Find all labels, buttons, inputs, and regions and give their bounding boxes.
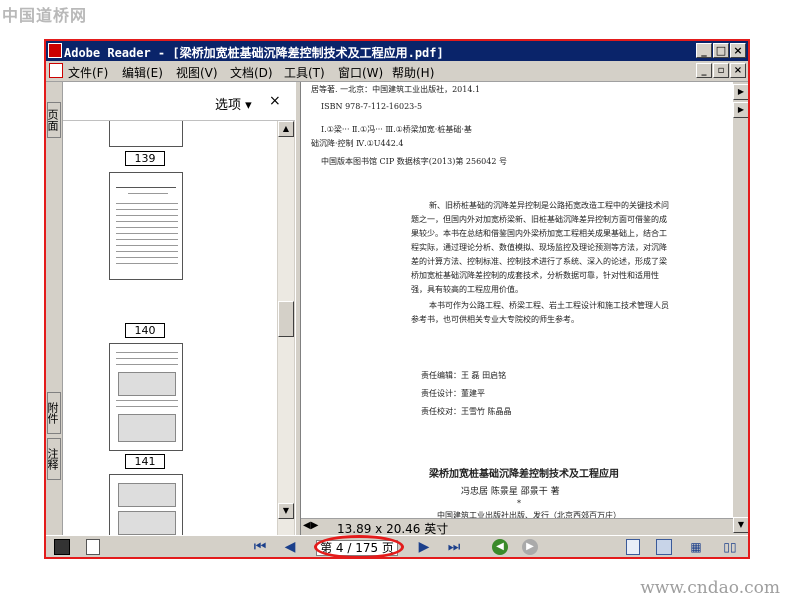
thumbnail-label-141: 141: [125, 454, 165, 469]
book-authors: 冯忠居 陈景星 邵景干 著: [461, 487, 560, 497]
scroll-down-icon[interactable]: ▼: [733, 517, 748, 533]
page-thumbnail-142[interactable]: [109, 474, 183, 535]
expand-right-icon-2[interactable]: ▶: [733, 102, 748, 118]
page-icon[interactable]: [86, 539, 100, 555]
title-bar: Adobe Reader - [梁桥加宽桩基础沉降差控制技术及工程应用.pdf]…: [46, 41, 748, 61]
cip-line-1: 居等著. 一北京：中国建筑工业出版社，2014.1: [311, 85, 481, 94]
doc-restore-button[interactable]: ▫: [713, 63, 729, 78]
window-title: Adobe Reader - [梁桥加宽桩基础沉降差控制技术及工程应用.pdf]: [64, 46, 444, 60]
watermark-top: 中国道桥网: [2, 6, 88, 25]
menu-document[interactable]: 文档(D): [230, 64, 273, 81]
menu-window[interactable]: 窗口(W): [338, 64, 383, 81]
continuous-layout-icon[interactable]: [656, 539, 672, 555]
maximize-button[interactable]: □: [713, 43, 729, 58]
navigation-tabs: 页面 附件 注释: [46, 82, 63, 535]
thumbnail-label-139: 139: [125, 151, 165, 166]
adobe-reader-icon[interactable]: [48, 43, 62, 58]
tab-comments[interactable]: 注释: [46, 438, 61, 480]
close-window-button[interactable]: ×: [730, 43, 746, 58]
publish-line: 中国建筑工业出版社出版、发行（北京西郊百万庄）: [437, 511, 621, 518]
back-view-icon[interactable]: ◀: [492, 539, 508, 555]
abstract-line: 新、旧桥桩基础的沉降差异控制是公路拓宽改造工程中的关键技术问: [429, 201, 669, 210]
document-info-bar: ◀▶ 13.89 x 20.46 英寸: [301, 518, 733, 536]
expand-right-icon[interactable]: ▶: [733, 84, 748, 100]
scroll-thumb[interactable]: [278, 301, 294, 337]
scroll-down-icon[interactable]: ▼: [278, 503, 294, 519]
menu-tools[interactable]: 工具(T): [284, 64, 325, 81]
tab-pages[interactable]: 页面: [46, 102, 61, 138]
reader-window: Adobe Reader - [梁桥加宽桩基础沉降差控制技术及工程应用.pdf]…: [44, 39, 750, 559]
facing-layout-icon[interactable]: ▦: [688, 539, 704, 555]
watermark-bottom: www.cndao.com: [640, 578, 780, 598]
first-page-icon[interactable]: ⏮: [252, 539, 268, 555]
forward-view-icon[interactable]: ▶: [522, 539, 538, 555]
cip-line-3: Ⅰ.①梁··· Ⅱ.①冯··· Ⅲ.①桥梁加宽·桩基础·基: [321, 125, 472, 134]
screen-icon[interactable]: [54, 539, 70, 555]
book-title: 梁桥加宽桩基础沉降差控制技术及工程应用: [429, 469, 619, 480]
page-thumbnail-139[interactable]: [109, 121, 183, 147]
doc-close-button[interactable]: ×: [730, 63, 746, 78]
previous-page-icon[interactable]: ◀: [282, 539, 298, 555]
editor-line: 责任校对：王雪竹 陈晶晶: [421, 407, 512, 416]
abstract-line: 差的计算方法、控制标准、控制技术进行了系统、深入的论述，形成了梁: [411, 257, 667, 266]
page-number-input[interactable]: 第 4 / 175 页: [316, 540, 398, 556]
menu-edit[interactable]: 编辑(E): [122, 64, 163, 81]
single-page-layout-icon[interactable]: [626, 539, 640, 555]
menu-help[interactable]: 帮助(H): [392, 64, 434, 81]
right-panel-strip: ▶ ▶ ▼: [733, 82, 748, 535]
cip-isbn: ISBN 978-7-112-16023-5: [321, 102, 423, 111]
thumbnail-list: 139 140 141: [63, 121, 277, 535]
status-bar: ⏮ ◀ 第 4 / 175 页 ▶ ⏭ ◀ ▶ ▦ ▯▯: [46, 535, 748, 557]
thumbnail-panel-header: 选项 ▾ ×: [63, 82, 295, 121]
abstract-line: 强，具有较高的工程应用价值。: [411, 285, 523, 294]
options-menu[interactable]: 选项 ▾: [215, 94, 252, 113]
abstract-line: 本书可作为公路工程、桥梁工程、岩土工程设计和施工技术管理人员: [429, 301, 669, 310]
cip-line-5: 中国版本图书馆 CIP 数据核字(2013)第 256042 号: [321, 157, 507, 166]
panel-close-button[interactable]: ×: [269, 93, 281, 109]
minimize-button[interactable]: _: [696, 43, 712, 58]
split-arrow-icon[interactable]: ◀▶: [303, 520, 318, 531]
menu-file[interactable]: 文件(F): [68, 64, 108, 81]
editor-line: 责任设计：董建平: [421, 389, 485, 398]
abstract-line: 参考书，也可供相关专业大专院校的师生参考。: [411, 315, 579, 324]
tab-attachments[interactable]: 附件: [46, 392, 61, 434]
abstract-line: 果较少。本书在总结和借鉴国内外梁桥加宽工程相关成果基础上，结合工: [411, 229, 667, 238]
continuous-facing-layout-icon[interactable]: ▯▯: [722, 539, 738, 555]
cip-line-4: 础沉降·控制 Ⅳ.①U442.4: [311, 139, 404, 148]
document-icon[interactable]: [49, 63, 63, 78]
separator-star: *: [517, 499, 521, 508]
page-thumbnail-141[interactable]: [109, 343, 183, 451]
doc-minimize-button[interactable]: _: [696, 63, 712, 78]
abstract-line: 程实际，通过理论分析、数值模拟、现场监控及理论预测等方法，对沉降: [411, 243, 667, 252]
last-page-icon[interactable]: ⏭: [446, 539, 462, 555]
next-page-icon[interactable]: ▶: [416, 539, 432, 555]
editor-line: 责任编辑：王 磊 田启铭: [421, 371, 507, 380]
menu-view[interactable]: 视图(V): [176, 64, 218, 81]
menu-bar: 文件(F) 编辑(E) 视图(V) 文档(D) 工具(T) 窗口(W) 帮助(H…: [46, 61, 748, 82]
thumbnail-scrollbar[interactable]: ▲ ▼: [278, 121, 294, 535]
abstract-line: 桥加宽桩基础沉降差控制的成套技术，分析数据可靠，针对性和适用性: [411, 271, 659, 280]
document-view[interactable]: 居等著. 一北京：中国建筑工业出版社，2014.1 ISBN 978-7-112…: [301, 82, 733, 518]
thumbnail-label-140: 140: [125, 323, 165, 338]
scroll-up-icon[interactable]: ▲: [278, 121, 294, 137]
abstract-line: 题之一，但国内外对加宽桥梁新、旧桩基础沉降差异控制方面可借鉴的成: [411, 215, 667, 224]
page-thumbnail-140[interactable]: [109, 172, 183, 280]
